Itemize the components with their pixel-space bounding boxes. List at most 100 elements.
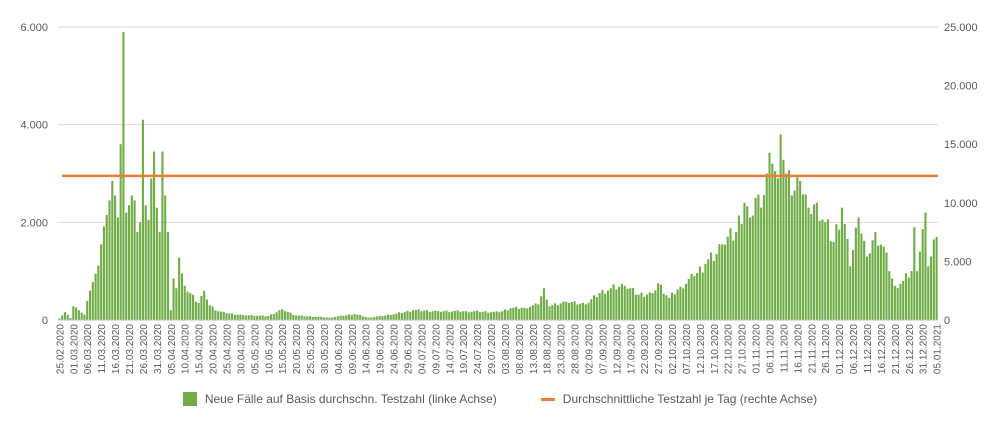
bar (423, 310, 426, 320)
bar (782, 159, 785, 320)
bar (414, 310, 417, 320)
y-left-tick-label: 2.000 (20, 217, 48, 229)
bar (203, 290, 206, 320)
bar (762, 195, 766, 320)
bar (849, 266, 852, 320)
bar (102, 226, 106, 320)
bar (537, 304, 540, 320)
bar (197, 302, 200, 320)
x-tick-label: 12.09.2020 (612, 324, 623, 374)
bar (935, 236, 938, 320)
bar (540, 296, 543, 320)
x-tick-label: 03.08.2020 (501, 324, 512, 374)
bar (735, 232, 738, 320)
bar (723, 244, 727, 320)
y-left-tick-label: 6.000 (20, 22, 48, 34)
bar (684, 283, 688, 320)
bar (353, 314, 356, 320)
x-tick-label: 05.01.2021 (933, 324, 944, 374)
bar (698, 266, 701, 320)
bar (626, 288, 629, 320)
bar (398, 312, 401, 320)
y-right-tick-label: 20.000 (944, 81, 978, 93)
bar (417, 309, 420, 320)
bar (297, 315, 300, 320)
x-tick-label: 11.12.2020 (863, 324, 874, 374)
bar (378, 316, 381, 320)
bar (147, 219, 150, 320)
bar (651, 293, 654, 320)
bar (359, 315, 362, 320)
bar (269, 314, 273, 320)
x-tick-label: 21.12.2020 (891, 324, 902, 374)
bar (896, 287, 899, 320)
bar (172, 278, 175, 320)
bar (208, 305, 211, 320)
bar (292, 314, 295, 320)
x-tick-label: 04.07.2020 (417, 324, 428, 374)
x-tick-label: 06.12.2020 (849, 324, 860, 374)
x-tick-label: 24.06.2020 (390, 324, 401, 374)
bar (632, 288, 635, 320)
x-tick-label: 08.08.2020 (515, 324, 526, 374)
x-tick-label: 22.10.2020 (724, 324, 735, 374)
bar (682, 288, 685, 320)
bar (640, 292, 643, 320)
bar (732, 240, 735, 320)
bar (289, 312, 292, 320)
bar (230, 313, 234, 320)
bar (130, 195, 133, 320)
bar (225, 313, 228, 320)
legend-label-tests: Durchschnittliche Testzahl je Tag (recht… (562, 392, 818, 406)
bar (562, 301, 565, 320)
bar (826, 219, 830, 320)
bar (620, 283, 623, 320)
bar (267, 316, 270, 320)
bar (361, 316, 364, 320)
x-tick-label: 10.05.2020 (264, 324, 275, 374)
bar (495, 311, 498, 320)
bar (804, 194, 807, 320)
bar (587, 302, 590, 320)
bar (347, 314, 351, 320)
bar (63, 312, 67, 320)
bar (840, 207, 843, 320)
bar (526, 308, 529, 320)
x-tick-label: 05.05.2020 (250, 324, 261, 374)
bar (517, 308, 520, 320)
bar (228, 313, 231, 320)
x-tick-label: 24.07.2020 (473, 324, 484, 374)
bar (434, 310, 437, 320)
bar (72, 306, 75, 320)
bar (512, 307, 515, 320)
bar (189, 293, 192, 320)
bar (832, 241, 835, 320)
bar (91, 282, 94, 320)
x-tick-label: 01.12.2020 (835, 324, 846, 374)
x-tick-label: 28.08.2020 (571, 324, 582, 374)
bar (593, 295, 596, 320)
bar (420, 311, 423, 320)
bar (164, 195, 167, 320)
bar (492, 311, 495, 320)
bar (634, 294, 637, 320)
bar (902, 280, 905, 320)
x-tick-label: 26.03.2020 (139, 324, 150, 374)
bar (389, 315, 392, 320)
bar (450, 311, 454, 320)
bar (612, 284, 615, 320)
bar (548, 306, 551, 320)
bar (595, 297, 598, 320)
bar (726, 236, 729, 320)
bar (888, 271, 891, 320)
bar (409, 311, 412, 320)
x-tick-label: 25.04.2020 (223, 324, 234, 374)
x-tick-label: 17.09.2020 (626, 324, 637, 374)
bar (701, 272, 704, 320)
bar (484, 311, 487, 320)
bar (863, 240, 866, 320)
bar (108, 200, 111, 320)
bar (865, 256, 869, 320)
bar (400, 313, 403, 320)
bar (66, 314, 69, 320)
